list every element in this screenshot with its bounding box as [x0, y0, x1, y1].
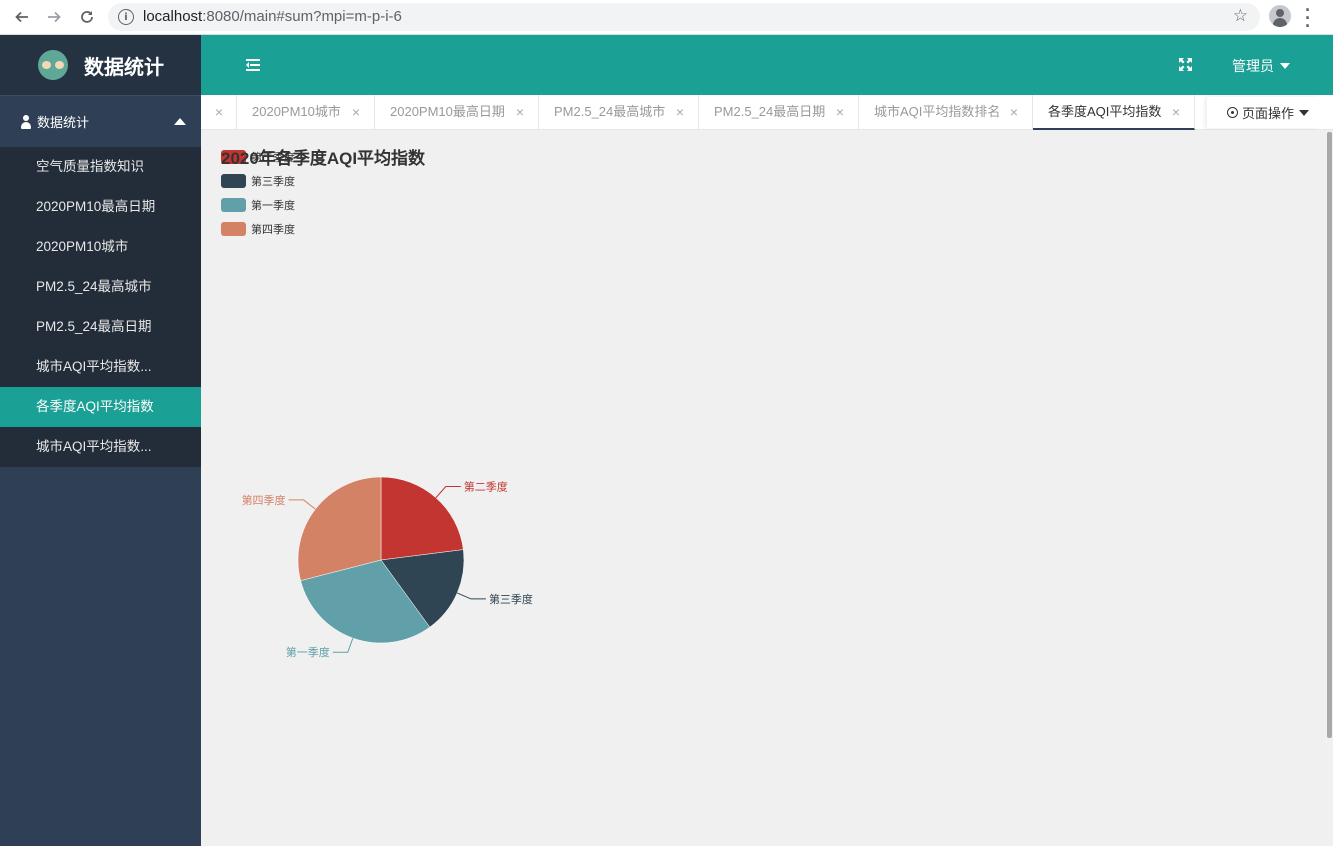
info-icon[interactable]: i — [118, 9, 134, 25]
close-icon[interactable]: × — [836, 95, 844, 129]
fullscreen-icon[interactable] — [1179, 58, 1192, 71]
page-operations-label: 页面操作 — [1242, 106, 1295, 121]
legend-swatch — [221, 198, 246, 212]
pie-label-line — [435, 485, 461, 499]
tab-item[interactable]: 2020PM10最高日期 × — [375, 95, 539, 130]
tab-label: 2020PM10最高日期 — [390, 104, 505, 119]
sidebar-item[interactable]: 2020PM10最高日期 — [0, 187, 201, 227]
chart-panel: 第二季度 第三季度 第一季度 第四季度 2020年各季度AQI平均指数 第二季度 第三季度第… — [201, 130, 1327, 846]
legend-label: 第三季度 — [251, 174, 295, 188]
url-text[interactable]: localhost:8080/main#sum?mpi=m-p-i-6 — [143, 8, 402, 25]
tab-item[interactable]: 城市AQI平均指数排名 × — [859, 95, 1033, 130]
logo-icon — [38, 50, 68, 80]
legend-label: 第一季度 — [251, 198, 295, 212]
content-scrollbar[interactable] — [1326, 130, 1333, 846]
tab-bar: × 2020PM10城市 × 2020PM10最高日期 × PM2.5_24最高城市 × P… — [201, 95, 1333, 130]
chart-title: 2020年各季度AQI平均指数 — [221, 148, 426, 168]
caret-down-icon — [1299, 109, 1310, 116]
legend-label: 第四季度 — [251, 222, 295, 236]
menu-toggle-icon[interactable] — [246, 59, 260, 71]
sidebar-group-label: 数据统计 — [37, 115, 90, 130]
pie-chart: 第二季度第三季度第一季度第四季度2020年各季度AQI平均指数第二季度第三季度第… — [221, 148, 533, 659]
address-bar[interactable]: i localhost:8080/main#sum?mpi=m-p-i-6 ☆ — [108, 3, 1260, 31]
target-circle-icon — [1227, 107, 1238, 118]
pie-label-line — [456, 592, 486, 600]
close-icon[interactable]: × — [516, 95, 524, 129]
sidebar-item[interactable]: PM2.5_24最高日期 — [0, 307, 201, 347]
logo: 数据统计 — [0, 35, 201, 95]
tab-label: 2020PM10城市 — [252, 104, 341, 119]
pie-slice-label: 第二季度 — [464, 479, 508, 493]
legend-swatch — [221, 222, 246, 236]
close-icon[interactable]: × — [1172, 95, 1180, 129]
pie-label-line — [332, 637, 354, 653]
scrollbar-thumb[interactable] — [1327, 132, 1332, 738]
sidebar-group-stats[interactable]: 数据统计 — [0, 95, 201, 147]
profile-avatar-icon[interactable] — [1269, 5, 1291, 27]
reload-icon[interactable] — [75, 5, 99, 29]
tab-label: 各季度AQI平均指数 — [1048, 104, 1162, 119]
admin-label: 管理员 — [1232, 58, 1274, 74]
sidebar-item[interactable]: 空气质量指数知识 — [0, 147, 201, 187]
page-operations-dropdown[interactable]: 页面操作 — [1207, 97, 1320, 128]
tab-hidden[interactable]: × — [201, 95, 237, 130]
close-icon[interactable]: × — [215, 95, 223, 129]
pie-slice-label: 第四季度 — [242, 493, 286, 507]
pie-slice-label: 第三季度 — [489, 592, 533, 606]
sidebar-item[interactable]: 城市AQI平均指数... — [0, 347, 201, 387]
user-icon — [20, 114, 32, 129]
logo-text: 数据统计 — [84, 56, 164, 79]
pie-slice-label: 第一季度 — [286, 645, 330, 659]
url-host: localhost — [143, 8, 203, 25]
sidebar-item[interactable]: 2020PM10城市 — [0, 227, 201, 267]
close-icon[interactable]: × — [1010, 95, 1018, 129]
tab-item[interactable]: PM2.5_24最高日期 × — [699, 95, 859, 130]
forward-arrow-icon[interactable] — [42, 5, 66, 29]
close-icon[interactable]: × — [676, 95, 684, 129]
sidebar-item[interactable]: 城市AQI平均指数... — [0, 427, 201, 467]
top-header: 管理员 — [201, 35, 1333, 95]
sidebar-item[interactable]: PM2.5_24最高城市 — [0, 267, 201, 307]
bookmark-star-icon[interactable]: ☆ — [1233, 6, 1248, 26]
admin-menu[interactable]: 管理员 — [1232, 56, 1290, 76]
url-path: :8080/main#sum?mpi=m-p-i-6 — [202, 8, 402, 25]
tab-item[interactable]: 各季度AQI平均指数 × — [1033, 95, 1195, 130]
tab-item[interactable]: PM2.5_24最高城市 × — [539, 95, 699, 130]
tab-label: PM2.5_24最高城市 — [554, 104, 666, 119]
tab-label: 城市AQI平均指数排名 — [874, 104, 1001, 119]
legend-swatch — [221, 174, 246, 188]
caret-down-icon — [1280, 63, 1290, 69]
tab-item[interactable]: 2020PM10城市 × — [237, 95, 375, 130]
browser-toolbar: i localhost:8080/main#sum?mpi=m-p-i-6 ☆ … — [0, 0, 1333, 35]
tab-label: PM2.5_24最高日期 — [714, 104, 826, 119]
sidebar: 数据统计 数据统计 空气质量指数知识 2020PM10最高日期 2020PM10城市… — [0, 35, 201, 846]
pie-slice — [380, 476, 464, 561]
back-arrow-icon[interactable] — [10, 5, 34, 29]
pie-label-line — [288, 499, 316, 510]
close-icon[interactable]: × — [352, 95, 360, 129]
chevron-up-icon — [174, 118, 186, 125]
sidebar-submenu: 空气质量指数知识 2020PM10最高日期 2020PM10城市 PM2.5_24最高… — [0, 147, 201, 467]
sidebar-item[interactable]: 各季度AQI平均指数 — [0, 387, 201, 427]
browser-menu-icon[interactable]: · · · — [1305, 1, 1311, 35]
